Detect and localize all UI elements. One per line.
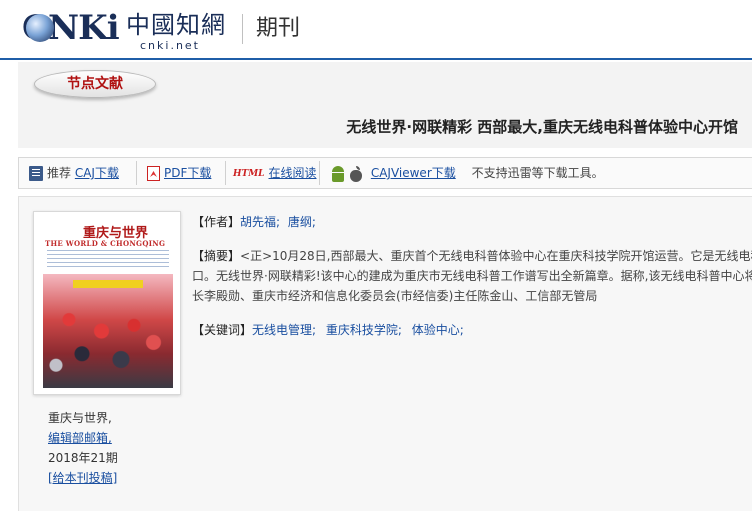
- keyword-link[interactable]: 体验中心;: [412, 323, 464, 337]
- journal-cover[interactable]: 重庆与世界 THE WORLD & CHONGQING: [33, 211, 181, 395]
- keywords-row: 【关键词】无线电管理; 重庆科技学院; 体验中心;: [192, 320, 464, 340]
- cover-banner: [73, 280, 143, 288]
- keyword-link[interactable]: 无线电管理;: [252, 323, 316, 337]
- cajviewer-download-link[interactable]: CAJViewer下载: [371, 166, 456, 180]
- journal-issue: 2018年21期: [48, 451, 118, 465]
- online-read-link[interactable]: 在线阅读: [269, 166, 317, 180]
- apple-icon: [349, 165, 363, 182]
- pdf-download-group: PDF下载: [147, 158, 211, 188]
- section-title: 期刊: [256, 16, 301, 41]
- cnki-logo[interactable]: CNKi 中國知網 cnki.net: [22, 8, 242, 52]
- journal-info: 重庆与世界, 编辑部邮箱, 2018年21期 [给本刊投稿]: [48, 408, 118, 488]
- caj-download-link[interactable]: CAJ下载: [75, 166, 119, 180]
- cover-english-title: THE WORLD & CHONGQING: [45, 239, 166, 248]
- site-header: CNKi 中國知網 cnki.net 期刊: [0, 0, 752, 58]
- header-rule: [0, 58, 752, 60]
- abstract-line: 口。无线世界·网联精彩!该中心的建成为重庆市无线电科普工作谱写出全新篇章。据称,…: [192, 269, 752, 283]
- author-link[interactable]: 唐纲;: [288, 215, 316, 229]
- download-note: 不支持迅雷等下载工具。: [471, 166, 604, 180]
- toolbar-separator: [319, 161, 320, 185]
- abstract-label: 【摘要】: [192, 249, 241, 263]
- editor-email-link[interactable]: 编辑部邮箱,: [48, 431, 112, 445]
- recommend-label: 推荐: [47, 166, 72, 180]
- logo-url: cnki.net: [140, 39, 200, 52]
- keyword-link[interactable]: 重庆科技学院;: [326, 323, 402, 337]
- download-toolbar: 推荐 CAJ下载 PDF下载 HTML 在线阅读 CAJViewer下载 不支持迅…: [18, 157, 752, 189]
- marathon-photo: [43, 274, 173, 388]
- caj-download-group: 推荐 CAJ下载: [29, 158, 119, 188]
- article-title: 无线世界·网联精彩 西部最大,重庆无线电科普体验中心开馆: [346, 118, 738, 136]
- node-document-badge: 节点文献: [34, 70, 156, 98]
- android-icon: [331, 165, 345, 182]
- globe-icon: [26, 14, 54, 42]
- pdf-download-link[interactable]: PDF下载: [164, 166, 211, 180]
- abstract-line: <正>10月28日,西部最大、重庆首个无线电科普体验中心在重庆科技学院开馆运营。…: [240, 249, 752, 263]
- logo-chinese: 中國知網: [126, 11, 226, 39]
- online-read-group: HTML 在线阅读: [233, 158, 317, 188]
- toolbar-separator: [136, 161, 137, 185]
- author-link[interactable]: 胡先福;: [240, 215, 280, 229]
- header-divider: [242, 14, 243, 44]
- author-row: 【作者】胡先福; 唐纲;: [192, 212, 752, 232]
- submit-manuscript-link[interactable]: [给本刊投稿]: [48, 471, 117, 485]
- html-icon: HTML: [233, 168, 265, 179]
- cover-subtitle-lines: [47, 250, 169, 270]
- abstract: 【摘要】<正>10月28日,西部最大、重庆首个无线电科普体验中心在重庆科技学院开…: [192, 246, 752, 306]
- document-icon: [29, 166, 43, 181]
- journal-name-link[interactable]: 重庆与世界,: [48, 411, 112, 425]
- cover-image: 重庆与世界 THE WORLD & CHONGQING: [43, 220, 173, 388]
- keywords-label: 【关键词】: [192, 323, 253, 337]
- pdf-icon: [147, 166, 160, 181]
- author-label: 【作者】: [192, 215, 241, 229]
- cajviewer-group: CAJViewer下载 不支持迅雷等下载工具。: [331, 158, 604, 188]
- abstract-line: 长李殿勋、重庆市经济和信息化委员会(市经信委)主任陈金山、工信部无管局: [192, 289, 598, 303]
- toolbar-separator: [225, 161, 226, 185]
